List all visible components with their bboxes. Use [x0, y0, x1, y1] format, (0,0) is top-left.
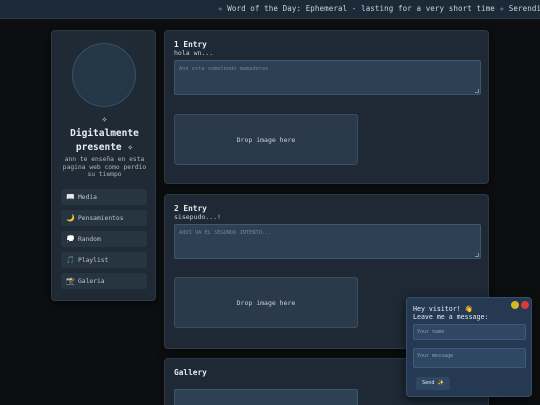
nav-item-media[interactable]: 📖 Media — [61, 189, 147, 205]
sidebar: ✧ Digitalmente presente ✧ ann te enseña … — [51, 30, 156, 301]
textarea-placeholder: AQUI VA EL SEGUNDO INTENTO... — [179, 230, 272, 236]
visitor-message-input[interactable]: Your message — [413, 348, 526, 368]
visitor-chat-widget: Hey visitor! 👋 Leave me a message: Your … — [406, 297, 532, 397]
site-tagline: ann te enseña en esta pagina web como pe… — [62, 156, 147, 178]
nav-item-label: Pensamientos — [78, 215, 124, 222]
nav-item-label: Galeria — [78, 278, 105, 285]
nav-item-playlist[interactable]: 🎵 Playlist — [61, 252, 147, 268]
entry-subtitle: sisepudo...! — [174, 213, 221, 221]
entry-panel-1: 1 Entry hola wn... Ann esta cometendo ma… — [164, 30, 489, 184]
ticker-text: ✧ Word of the Day: Ephemeral - lasting f… — [218, 4, 540, 13]
avatar — [72, 43, 136, 107]
message-placeholder: Your message — [417, 353, 454, 359]
image-drop-zone[interactable]: Drop image here — [174, 277, 358, 328]
entry-textarea[interactable]: Ann esta cometendo mamadoras — [174, 60, 481, 95]
site-title-line-1: Digitalmente — [70, 128, 139, 139]
gallery-item[interactable] — [174, 389, 358, 405]
gallery-title: Gallery — [174, 368, 207, 377]
moon-icon: 🌙 — [66, 214, 75, 222]
entry-title: 2 Entry — [174, 204, 207, 213]
entry-title: 1 Entry — [174, 40, 207, 49]
nav-item-galeria[interactable]: 📸 Galeria — [61, 273, 147, 289]
sparkle-icon: ✧ — [101, 114, 108, 125]
book-icon: 📖 — [66, 193, 75, 201]
chat-greeting: Hey visitor! 👋 — [413, 305, 473, 313]
site-title: ✧ Digitalmente presente ✧ — [52, 113, 157, 155]
music-note-icon: 🎵 — [66, 256, 75, 264]
image-drop-zone[interactable]: Drop image here — [174, 114, 358, 165]
visitor-name-input[interactable]: Your name — [413, 324, 526, 340]
textarea-placeholder: Ann esta cometendo mamadoras — [179, 66, 269, 72]
nav-item-label: Playlist — [78, 257, 109, 264]
nav-item-pensamientos[interactable]: 🌙 Pensamientos — [61, 210, 147, 226]
site-title-line-2: presente ✧ — [75, 142, 134, 153]
nav-item-random[interactable]: 💭 Random — [61, 231, 147, 247]
close-button[interactable] — [521, 301, 529, 309]
word-of-day-ticker: ✧ Word of the Day: Ephemeral - lasting f… — [0, 0, 540, 19]
drop-zone-label: Drop image here — [236, 299, 296, 307]
resize-handle-icon[interactable] — [475, 253, 479, 257]
chat-prompt: Leave me a message: — [413, 313, 489, 321]
chat-header: Hey visitor! 👋 Leave me a message: — [413, 305, 488, 321]
minimize-button[interactable] — [511, 301, 519, 309]
send-button[interactable]: Send ✨ — [416, 377, 450, 390]
nav-item-label: Media — [78, 194, 97, 201]
thought-bubble-icon: 💭 — [66, 235, 75, 243]
drop-zone-label: Drop image here — [236, 136, 296, 144]
entry-subtitle: hola wn... — [174, 49, 214, 57]
camera-icon: 📸 — [66, 277, 75, 285]
entry-textarea[interactable]: AQUI VA EL SEGUNDO INTENTO... — [174, 224, 481, 259]
resize-handle-icon[interactable] — [475, 89, 479, 93]
nav-item-label: Random — [78, 236, 101, 243]
name-placeholder: Your name — [417, 329, 445, 335]
